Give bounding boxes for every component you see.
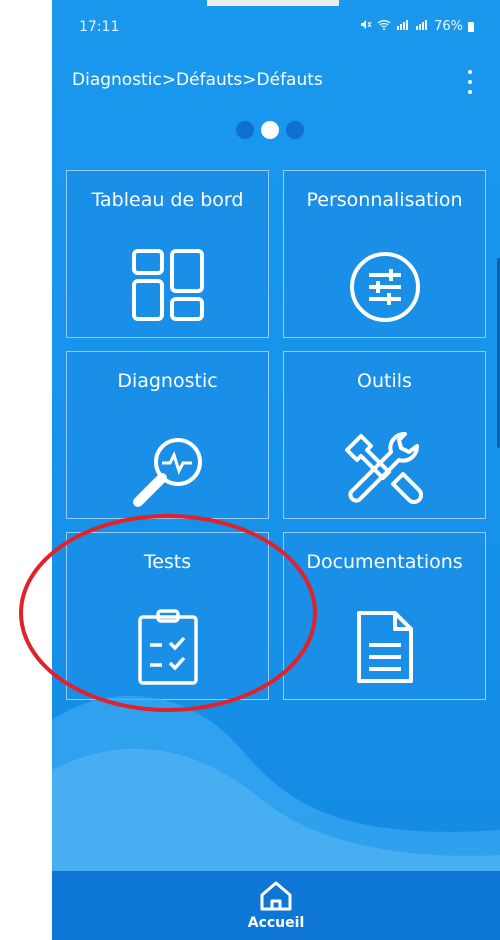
- battery-level: 76%: [434, 19, 463, 34]
- mute-icon: [360, 19, 372, 34]
- wifi-icon: [377, 19, 391, 34]
- tile-tools[interactable]: Outils: [283, 351, 486, 519]
- nav-home-label[interactable]: Accueil: [52, 915, 500, 931]
- status-time: 17:11: [79, 19, 120, 35]
- tools-icon: [344, 428, 425, 512]
- home-icon[interactable]: [258, 879, 294, 917]
- signal-icon: [396, 19, 410, 34]
- bottom-navigation: Accueil: [52, 871, 500, 940]
- diagnostic-magnifier-icon: [126, 428, 210, 516]
- tile-dashboard[interactable]: Tableau de bord: [66, 170, 269, 338]
- tile-label: Personnalisation: [306, 189, 463, 211]
- signal-icon-2: [415, 19, 429, 34]
- document-icon: [355, 609, 415, 689]
- page-dot-2[interactable]: [261, 121, 279, 139]
- more-options-button[interactable]: [462, 70, 478, 94]
- status-icons: 76%: [360, 19, 474, 34]
- tile-diagnostic[interactable]: Diagnostic: [66, 351, 269, 519]
- tile-label: Outils: [357, 370, 412, 392]
- page-indicator: [236, 121, 304, 139]
- page-dot-1[interactable]: [236, 121, 254, 139]
- sliders-icon: [347, 247, 423, 327]
- page-dot-3[interactable]: [286, 121, 304, 139]
- tile-personalization[interactable]: Personnalisation: [283, 170, 486, 338]
- battery-icon: [468, 21, 474, 32]
- highlight-circle-annotation: [19, 514, 317, 712]
- dashboard-icon: [130, 247, 206, 327]
- camera-notch: [207, 0, 339, 6]
- breadcrumb: Diagnostic>Défauts>Défauts: [72, 70, 323, 90]
- app-screen: 17:11 76% Diagnostic>Défauts>Défauts Tab…: [52, 0, 500, 940]
- tile-label: Diagnostic: [117, 370, 218, 392]
- tile-label: Tableau de bord: [91, 189, 244, 211]
